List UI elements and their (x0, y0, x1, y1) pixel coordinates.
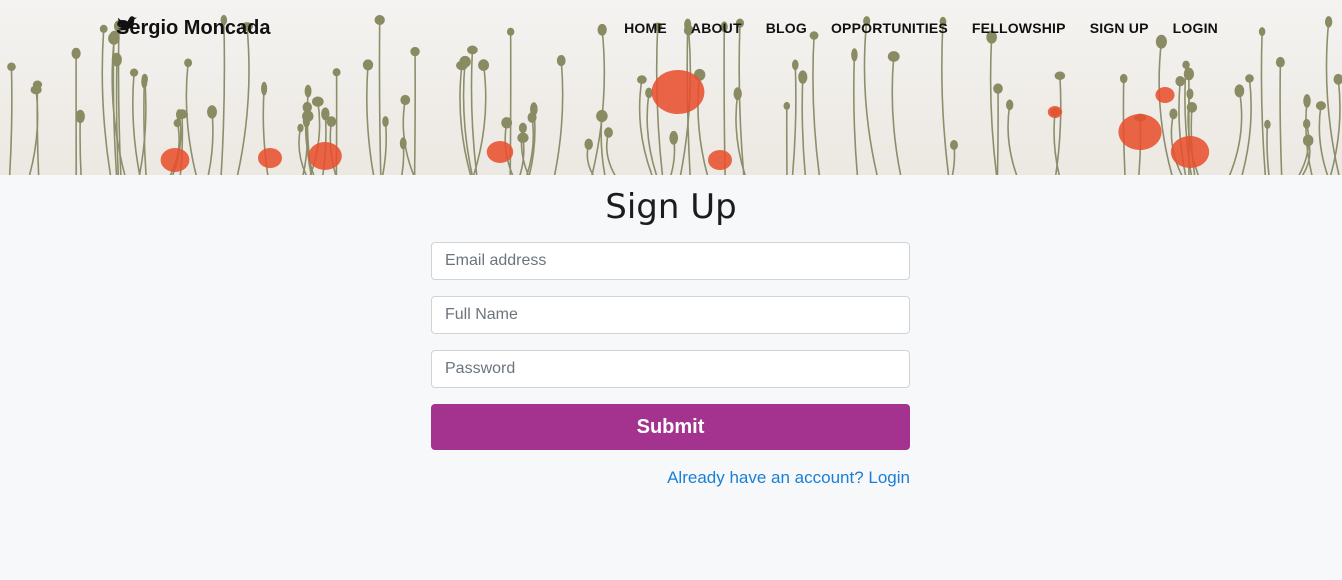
submit-button[interactable]: Submit (431, 404, 910, 450)
nav-opportunities[interactable]: OPPORTUNITIES (831, 20, 948, 36)
password-field[interactable] (431, 350, 910, 388)
brand-logo[interactable]: Sergio Moncada (116, 14, 270, 42)
signup-section: Sign Up Submit Already have an account? … (0, 175, 1342, 580)
bird-icon (117, 16, 137, 31)
brand-name: Sergio Moncada (116, 16, 271, 39)
hero-header: Sergio Moncada HOME ABOUT BLOG OPPORTUNI… (0, 0, 1342, 175)
nav-about[interactable]: ABOUT (691, 20, 742, 36)
email-field[interactable] (431, 242, 910, 280)
nav-sign-up[interactable]: SIGN UP (1090, 20, 1149, 36)
nav-fellowship[interactable]: FELLOWSHIP (972, 20, 1066, 36)
page-title: Sign Up (605, 187, 737, 227)
full-name-field[interactable] (431, 296, 910, 334)
nav-home[interactable]: HOME (624, 20, 667, 36)
nav-login[interactable]: LOGIN (1173, 20, 1218, 36)
login-link[interactable]: Already have an account? Login (667, 468, 910, 488)
nav-blog[interactable]: BLOG (766, 20, 807, 36)
main-nav: HOME ABOUT BLOG OPPORTUNITIES FELLOWSHIP… (624, 18, 1218, 38)
